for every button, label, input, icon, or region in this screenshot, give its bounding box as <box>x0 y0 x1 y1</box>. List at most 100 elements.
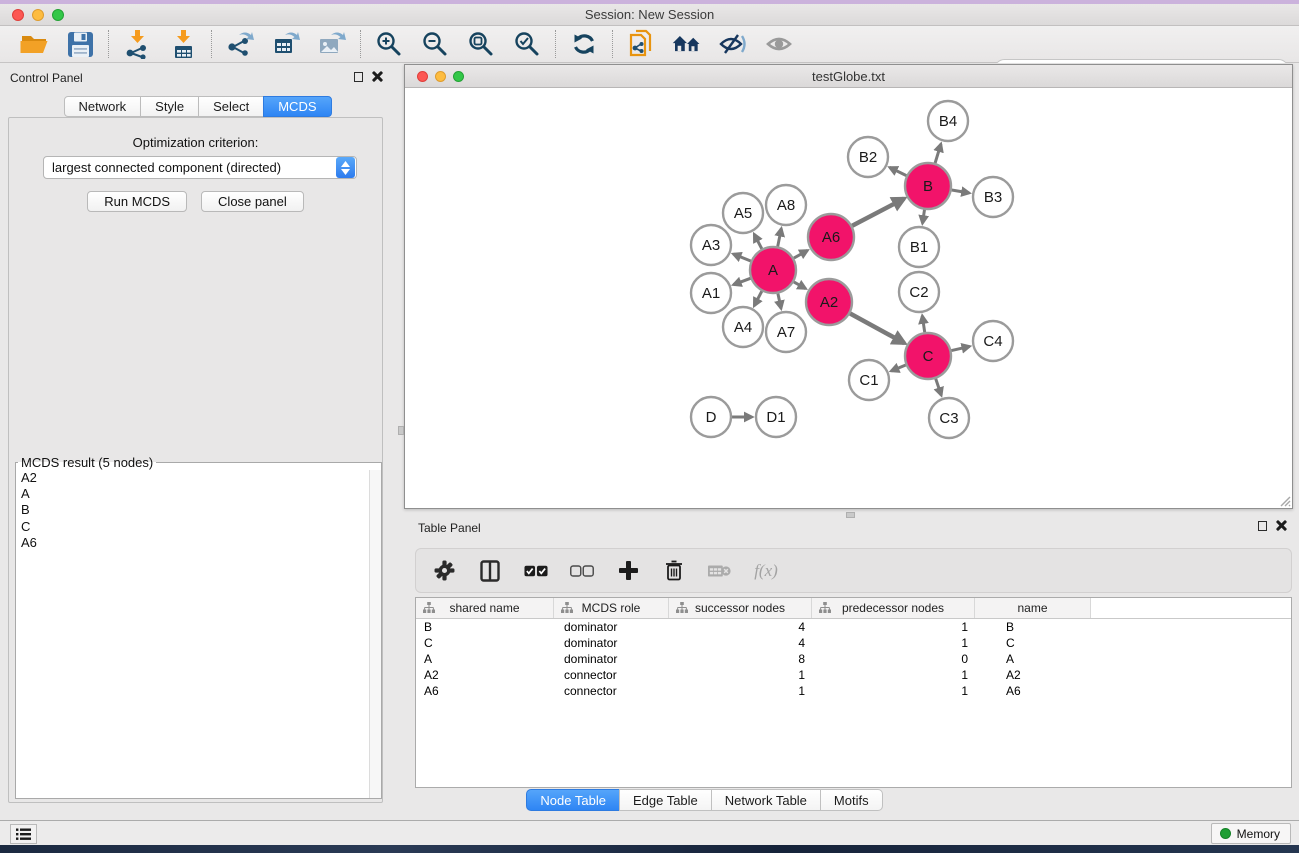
zoom-fit-button[interactable] <box>465 29 497 59</box>
export-image-button[interactable] <box>316 29 348 59</box>
control-tab-select[interactable]: Select <box>198 96 264 117</box>
network-canvas[interactable]: AA1A2A3A4A5A6A7A8BB1B2B3B4CC1C2C3C4DD1 <box>405 88 1292 508</box>
table-row[interactable]: Adominator80A <box>416 651 1291 667</box>
function-builder-button[interactable]: f(x) <box>754 556 778 586</box>
graph-edge-A-A6[interactable] <box>794 250 808 258</box>
column-header-MCDS-role[interactable]: MCDS role <box>554 598 669 618</box>
graph-node-C1[interactable]: C1 <box>849 360 889 400</box>
zoom-selected-button[interactable] <box>511 29 543 59</box>
graph-node-A6[interactable]: A6 <box>808 214 854 260</box>
create-column-button[interactable] <box>616 556 640 586</box>
run-mcds-button[interactable]: Run MCDS <box>87 191 187 212</box>
table-row[interactable]: Bdominator41B <box>416 619 1291 635</box>
close-panel-button[interactable]: Close panel <box>201 191 304 212</box>
criterion-dropdown[interactable]: largest connected component (directed) <box>43 156 357 179</box>
graph-node-A5[interactable]: A5 <box>723 193 763 233</box>
delete-table-button[interactable] <box>708 556 732 586</box>
graph-edge-A6-B[interactable] <box>852 199 904 226</box>
deselect-all-button[interactable] <box>570 556 594 586</box>
table-row[interactable]: A2connector11A2 <box>416 667 1291 683</box>
hide-panels-button[interactable] <box>717 29 749 59</box>
result-list-scrollbar[interactable] <box>369 470 381 798</box>
close-table-panel-icon[interactable] <box>1276 520 1287 531</box>
graph-edge-A-A3[interactable] <box>733 254 750 261</box>
graph-edge-B-B2[interactable] <box>890 167 907 175</box>
clone-network-button[interactable] <box>625 29 657 59</box>
zoom-in-button[interactable] <box>373 29 405 59</box>
network-minimize-button[interactable] <box>435 71 446 82</box>
graph-node-A[interactable]: A <box>750 247 796 293</box>
mcds-result-list[interactable]: A2ABCA6 <box>16 470 381 798</box>
graph-edge-A2-C[interactable] <box>850 314 904 344</box>
graph-node-D1[interactable]: D1 <box>756 397 796 437</box>
graph-edge-C-C2[interactable] <box>922 316 924 332</box>
import-table-button[interactable] <box>167 29 199 59</box>
result-item[interactable]: B <box>16 502 381 518</box>
table-tab-motifs[interactable]: Motifs <box>820 789 883 811</box>
graph-edge-A-A2[interactable] <box>794 282 806 289</box>
graph-node-C4[interactable]: C4 <box>973 321 1013 361</box>
graph-node-A8[interactable]: A8 <box>766 185 806 225</box>
select-all-button[interactable] <box>524 556 548 586</box>
control-tab-mcds[interactable]: MCDS <box>263 96 331 117</box>
graph-edge-A-A7[interactable] <box>778 294 781 309</box>
table-tab-edge-table[interactable]: Edge Table <box>619 789 712 811</box>
zoom-out-button[interactable] <box>419 29 451 59</box>
column-header-predecessor-nodes[interactable]: predecessor nodes <box>812 598 975 618</box>
graph-node-C[interactable]: C <box>905 333 951 379</box>
graph-node-A4[interactable]: A4 <box>723 307 763 347</box>
float-table-panel-icon[interactable] <box>1258 521 1267 531</box>
table-row[interactable]: A6connector11A6 <box>416 683 1291 699</box>
refresh-view-button[interactable] <box>568 29 600 59</box>
graph-edge-A-A1[interactable] <box>734 278 751 284</box>
network-window-titlebar[interactable]: testGlobe.txt <box>405 65 1292 88</box>
graph-node-B3[interactable]: B3 <box>973 177 1013 217</box>
export-table-button[interactable] <box>270 29 302 59</box>
show-columns-button[interactable] <box>478 556 502 586</box>
vertical-splitter-grip[interactable] <box>398 426 404 435</box>
graph-node-B2[interactable]: B2 <box>848 137 888 177</box>
result-item[interactable]: C <box>16 519 381 535</box>
column-header-shared-name[interactable]: shared name <box>416 598 554 618</box>
column-header-successor-nodes[interactable]: successor nodes <box>669 598 812 618</box>
open-session-button[interactable] <box>18 29 50 59</box>
save-session-button[interactable] <box>64 29 96 59</box>
graph-edge-A-A8[interactable] <box>778 229 782 247</box>
minimize-window-button[interactable] <box>32 9 44 21</box>
result-item[interactable]: A <box>16 486 381 502</box>
window-resize-grip[interactable] <box>1278 494 1291 507</box>
control-tab-style[interactable]: Style <box>140 96 199 117</box>
graph-edge-C-C4[interactable] <box>951 346 969 350</box>
graph-node-A2[interactable]: A2 <box>806 279 852 325</box>
graph-edge-C-C3[interactable] <box>936 379 942 396</box>
control-tab-network[interactable]: Network <box>63 96 141 117</box>
graph-node-B[interactable]: B <box>905 163 951 209</box>
graph-node-B1[interactable]: B1 <box>899 227 939 267</box>
table-tab-network-table[interactable]: Network Table <box>711 789 821 811</box>
network-close-button[interactable] <box>417 71 428 82</box>
table-tab-node-table[interactable]: Node Table <box>526 789 620 811</box>
memory-button[interactable]: Memory <box>1211 823 1291 844</box>
graph-edge-C-C1[interactable] <box>891 365 906 371</box>
graph-edge-B-B4[interactable] <box>935 144 941 163</box>
show-panels-button[interactable] <box>763 29 795 59</box>
delete-column-button[interactable] <box>662 556 686 586</box>
graph-edge-B-B1[interactable] <box>923 210 925 224</box>
graph-node-C3[interactable]: C3 <box>929 398 969 438</box>
table-settings-button[interactable] <box>432 556 456 586</box>
home-view-button[interactable] <box>671 29 703 59</box>
close-panel-icon[interactable] <box>372 71 383 82</box>
graph-node-C2[interactable]: C2 <box>899 272 939 312</box>
close-window-button[interactable] <box>12 9 24 21</box>
task-history-button[interactable] <box>10 824 37 844</box>
graph-edge-A-A5[interactable] <box>754 234 762 249</box>
graph-node-A3[interactable]: A3 <box>691 225 731 265</box>
result-item[interactable]: A2 <box>16 470 381 486</box>
table-row[interactable]: Cdominator41C <box>416 635 1291 651</box>
result-item[interactable]: A6 <box>16 535 381 551</box>
export-network-button[interactable] <box>224 29 256 59</box>
graph-node-B4[interactable]: B4 <box>928 101 968 141</box>
column-header-name[interactable]: name <box>975 598 1091 618</box>
network-zoom-button[interactable] <box>453 71 464 82</box>
zoom-window-button[interactable] <box>52 9 64 21</box>
